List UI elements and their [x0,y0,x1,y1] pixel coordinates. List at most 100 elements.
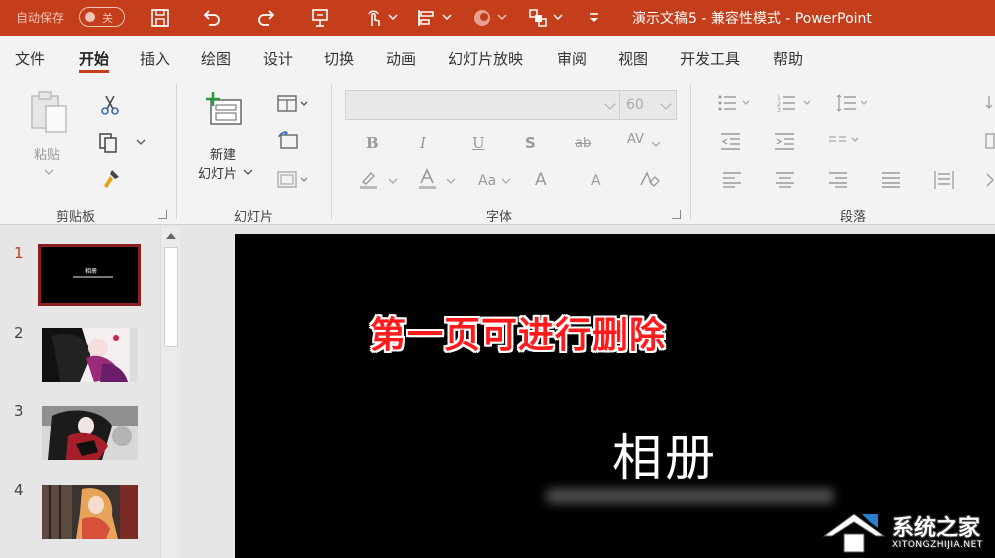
chevron-down-icon[interactable] [446,177,456,185]
annotation-text: 第一页可进行删除 [370,315,667,356]
bullets-icon[interactable] [718,94,758,112]
justify-icon[interactable] [881,172,901,188]
font-size-combo[interactable]: 60 [619,90,677,120]
shape-fill-icon[interactable] [470,6,494,30]
format-painter-icon[interactable] [100,168,122,190]
font-launcher[interactable] [672,210,681,219]
autosave-label: 自动保存 [16,11,65,25]
tab-review[interactable]: 审阅 [557,48,587,69]
italic-button[interactable]: I [420,134,426,152]
chevron-down-icon[interactable] [651,140,661,148]
tab-insert[interactable]: 插入 [140,48,170,69]
autosave-toggle[interactable]: 关 [79,7,125,27]
strikethrough-button[interactable]: ab [575,136,591,151]
document-title: 演示文稿5 - 兼容性模式 - PowerPoint [632,11,872,27]
align-center-icon[interactable] [775,172,795,188]
ribbon: 粘贴 剪贴板 新建 幻灯片 幻灯片 60 B I U S ab AV Aa A … [0,80,995,225]
chevron-down-icon[interactable] [388,12,398,22]
columns-icon[interactable] [828,134,864,148]
presenter-icon[interactable] [308,6,332,30]
line-spacing-icon[interactable] [836,94,876,112]
char-spacing-button[interactable]: AV [627,132,644,147]
numbering-icon[interactable]: 123 [777,94,817,112]
paste-icon[interactable] [28,90,70,136]
group-divider [690,84,691,219]
slide-thumbnail-3[interactable] [42,406,138,460]
underline-button[interactable]: U [472,134,485,152]
chevron-down-icon[interactable] [553,12,563,22]
toggle-knob [85,12,95,22]
tab-view[interactable]: 视图 [618,48,648,69]
align-left-icon[interactable] [722,172,742,188]
scroll-up-arrow[interactable] [166,233,176,239]
chevron-down-icon[interactable] [243,168,253,176]
tab-animations[interactable]: 动画 [386,48,416,69]
chevron-down-icon[interactable] [442,12,452,22]
redo-icon[interactable] [254,6,278,30]
slide-subtitle-blurred[interactable] [545,488,835,504]
tab-slideshow[interactable]: 幻灯片放映 [448,48,523,69]
reset-icon[interactable] [277,131,299,151]
tab-help[interactable]: 帮助 [773,48,803,69]
cut-icon[interactable] [100,94,120,116]
shrink-font-button[interactable]: A [591,173,601,189]
thumbnail-title: 相册 [85,268,98,275]
clear-formatting-icon[interactable] [638,170,660,190]
customize-icon[interactable] [582,6,606,30]
chevron-down-icon[interactable] [497,12,507,22]
new-slide-label-2[interactable]: 幻灯片 [198,163,237,182]
group-divider [331,84,332,219]
new-slide-icon[interactable] [205,92,245,128]
touch-mode-icon[interactable] [362,6,386,30]
scrollbar-thumb[interactable] [164,247,178,347]
slide-title[interactable]: 相册 [612,418,718,490]
align-icon[interactable] [414,6,438,30]
change-case-button[interactable]: Aa [478,173,496,189]
font-name-combo[interactable] [345,90,621,120]
chevron-down-icon[interactable] [501,177,511,185]
decrease-indent-icon[interactable] [720,132,742,150]
powerpoint-window: 自动保存 关 演示文稿5 - 兼容性模式 - PowerPoint 文件 开始 … [0,0,995,558]
anime-artwork-image [42,485,138,539]
tab-home[interactable]: 开始 [79,48,109,69]
increase-indent-icon[interactable] [774,132,796,150]
clipboard-group-label: 剪贴板 [56,210,96,225]
chevron-down-icon[interactable] [136,138,146,146]
clipboard-launcher[interactable] [158,210,167,219]
arrange-icon[interactable] [526,6,550,30]
watermark-text: 系统之家 [892,516,981,541]
tab-draw[interactable]: 绘图 [201,48,231,69]
new-slide-label-1[interactable]: 新建 [210,144,236,163]
shadow-button[interactable]: S [525,134,536,152]
slides-group-label: 幻灯片 [234,210,274,225]
font-size-value: 60 [626,97,644,113]
highlight-icon[interactable] [357,170,379,190]
section-icon[interactable] [277,170,309,190]
save-icon[interactable] [148,6,172,30]
slide-thumbnail-1[interactable]: 相册 [38,244,141,306]
tab-developer[interactable]: 开发工具 [680,48,740,69]
text-direction-icon[interactable] [984,94,995,204]
chevron-down-icon[interactable] [44,168,54,176]
grow-font-button[interactable]: A [535,170,547,190]
paste-label[interactable]: 粘贴 [34,144,60,163]
layout-icon[interactable] [277,94,309,114]
undo-icon[interactable] [200,6,224,30]
group-divider [176,84,177,219]
slide-thumbnail-2[interactable] [42,328,138,382]
thumbnail-subtitle [73,276,113,278]
autosave-state: 关 [102,12,113,25]
chevron-down-icon[interactable] [388,177,398,185]
distributed-icon[interactable] [933,170,955,190]
thumbnail-scrollbar[interactable] [160,227,180,558]
slide-thumbnail-4[interactable] [42,485,138,539]
font-group-label: 字体 [486,210,513,225]
font-color-icon[interactable] [416,168,438,190]
bold-button[interactable]: B [366,134,379,152]
tab-design[interactable]: 设计 [263,48,293,69]
anime-artwork-image [42,406,138,460]
tab-transitions[interactable]: 切换 [324,48,354,69]
copy-icon[interactable] [97,132,119,154]
tab-file[interactable]: 文件 [15,48,45,69]
align-right-icon[interactable] [828,172,848,188]
